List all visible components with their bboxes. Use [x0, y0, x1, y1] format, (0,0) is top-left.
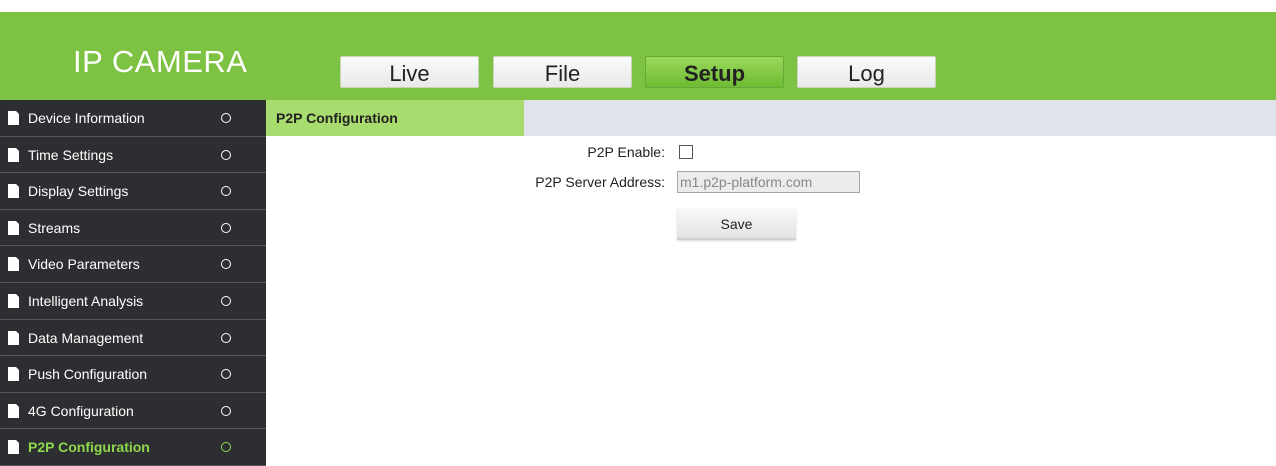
sidebar-item-time-settings[interactable]: Time Settings [0, 137, 266, 174]
document-icon [8, 257, 19, 272]
circle-indicator-icon [221, 332, 231, 343]
circle-indicator-icon [221, 186, 231, 197]
sidebar-item-display-settings[interactable]: Display Settings [0, 173, 266, 210]
section-title-bar: P2P Configuration [266, 100, 1276, 136]
sidebar-item-video-parameters[interactable]: Video Parameters [0, 246, 266, 283]
sidebar-item-label: P2P Configuration [28, 439, 150, 456]
sidebar-item-label: Device Information [28, 110, 145, 126]
header-bar: IP CAMERA [0, 12, 1276, 100]
sidebar-item-device-information[interactable]: Device Information [0, 100, 266, 137]
document-icon [8, 293, 19, 308]
sidebar-item-label: Streams [28, 219, 81, 236]
sidebar-item-intelligent-analysis[interactable]: Intelligent Analysis [0, 283, 266, 320]
sidebar-item-data-management[interactable]: Data Management [0, 320, 266, 357]
page-title: P2P Configuration [266, 100, 524, 136]
sidebar-item-4g-configuration[interactable]: 4G Configuration [0, 393, 266, 430]
sidebar-item-label: Intelligent Analysis [28, 292, 144, 309]
sidebar-item-label: Time Settings [28, 146, 114, 163]
sidebar-item-label: 4G Configuration [28, 402, 134, 419]
document-icon [8, 147, 19, 162]
tab-live[interactable]: Live [340, 56, 479, 88]
document-icon [8, 220, 19, 235]
sidebar-item-push-configuration[interactable]: Push Configuration [0, 356, 266, 393]
p2p-enable-checkbox[interactable] [679, 145, 693, 159]
p2p-server-address-input[interactable] [677, 171, 860, 193]
sidebar-item-label: Display Settings [28, 183, 129, 200]
document-icon [8, 111, 19, 125]
p2p-server-address-label: P2P Server Address: [535, 174, 665, 190]
circle-indicator-icon [221, 442, 231, 453]
tab-setup[interactable]: Setup [645, 56, 784, 88]
circle-indicator-icon [221, 222, 231, 233]
document-icon [8, 440, 19, 455]
sidebar-item-p2p-configuration[interactable]: P2P Configuration [0, 429, 266, 466]
tab-file[interactable]: File [493, 56, 632, 88]
document-icon [8, 367, 19, 382]
document-icon [8, 403, 19, 418]
sidebar: Device Information Time Settings Display… [0, 100, 266, 466]
sidebar-item-streams[interactable]: Streams [0, 210, 266, 247]
sidebar-item-label: Push Configuration [28, 366, 148, 383]
circle-indicator-icon [221, 259, 231, 270]
circle-indicator-icon [221, 149, 231, 160]
sidebar-item-label: Data Management [28, 329, 144, 346]
document-icon [8, 184, 19, 199]
brand-logo: IP CAMERA [73, 44, 248, 79]
p2p-enable-label: P2P Enable: [587, 144, 665, 160]
circle-indicator-icon [221, 405, 231, 416]
sidebar-item-label: Video Parameters [28, 256, 140, 273]
document-icon [8, 330, 19, 345]
circle-indicator-icon [221, 295, 231, 306]
tab-log[interactable]: Log [797, 56, 936, 88]
circle-indicator-icon [221, 113, 231, 123]
top-strip [0, 0, 1276, 12]
save-button[interactable]: Save [677, 208, 796, 240]
circle-indicator-icon [221, 369, 231, 380]
